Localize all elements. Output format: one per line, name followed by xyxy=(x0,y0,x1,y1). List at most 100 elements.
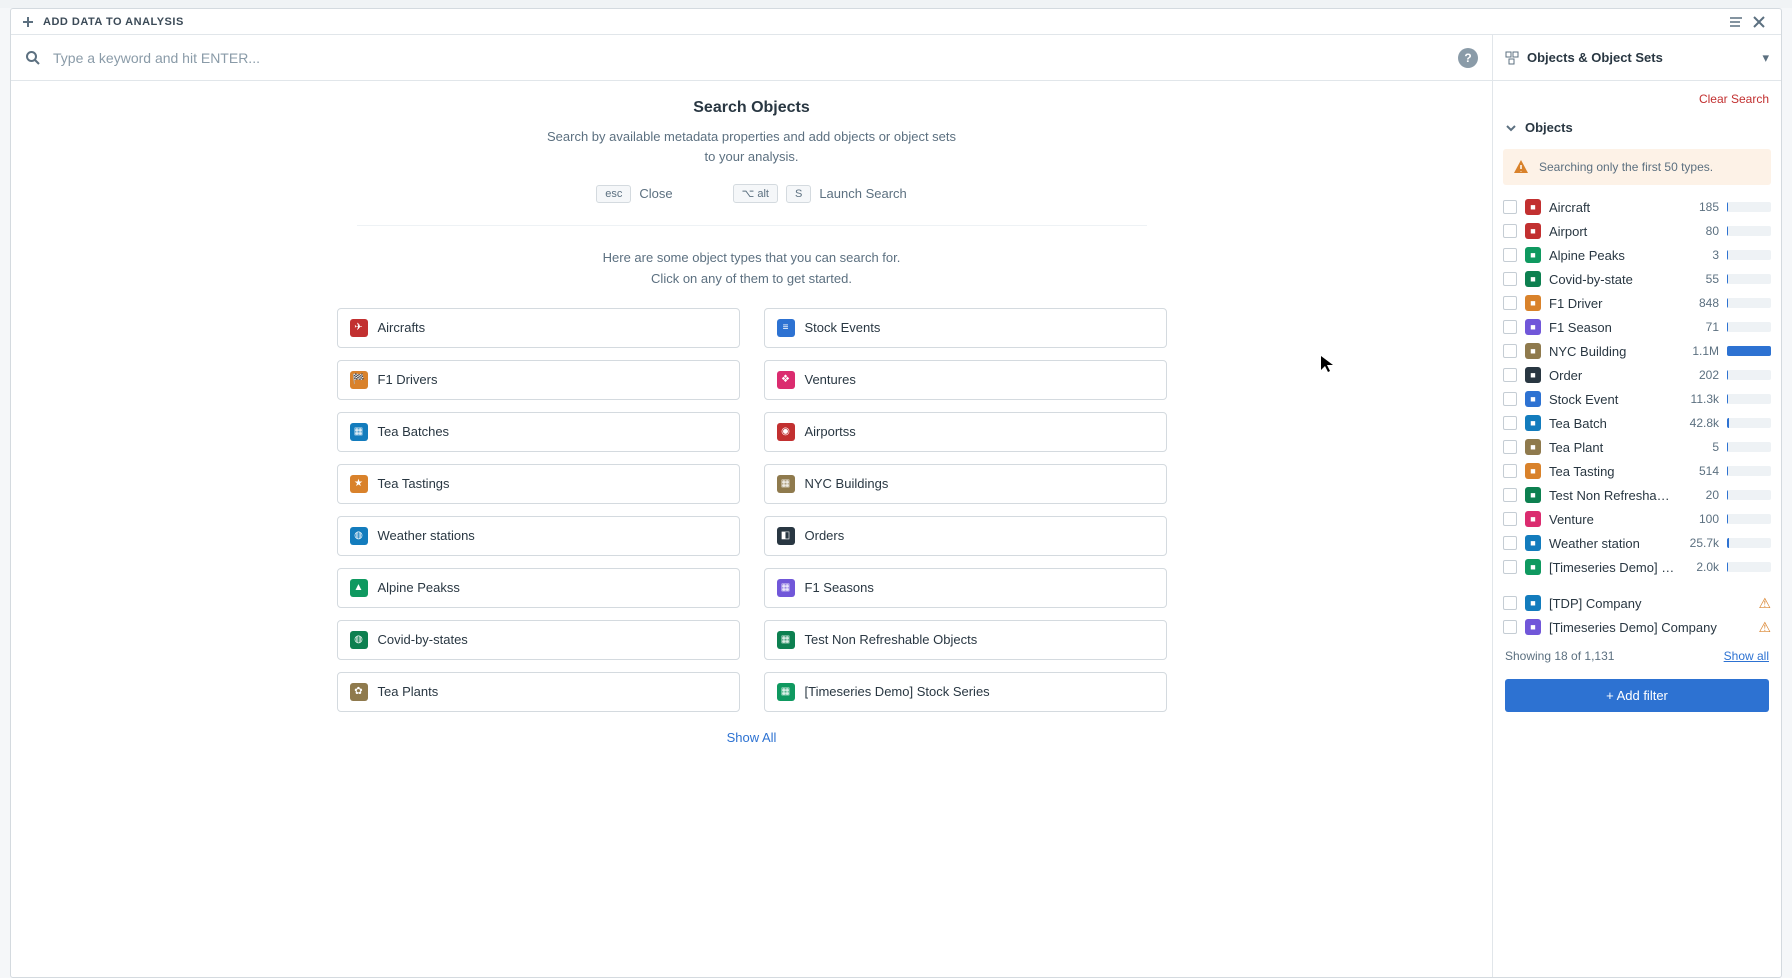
object-row[interactable]: ■Stock Event11.3k xyxy=(1503,387,1771,411)
tile-icon: 🏁 xyxy=(350,371,368,389)
object-row[interactable]: ■Covid-by-state55 xyxy=(1503,267,1771,291)
object-row[interactable]: ■[Timeseries Demo] Stock S2.0k xyxy=(1503,555,1771,579)
row-icon: ■ xyxy=(1525,487,1541,503)
list-view-button[interactable] xyxy=(1723,10,1747,34)
object-row[interactable]: ■Tea Tasting514 xyxy=(1503,459,1771,483)
row-checkbox[interactable] xyxy=(1503,344,1517,358)
search-input[interactable] xyxy=(53,50,1446,66)
clear-search-row: Clear Search xyxy=(1493,81,1781,112)
object-type-tile[interactable]: ▦F1 Seasons xyxy=(764,568,1167,608)
object-row[interactable]: ■Tea Batch42.8k xyxy=(1503,411,1771,435)
objects-section-header[interactable]: Objects xyxy=(1493,112,1781,145)
row-name: F1 Driver xyxy=(1549,296,1675,311)
object-type-tile[interactable]: 🏁F1 Drivers xyxy=(337,360,740,400)
show-all-side-link[interactable]: Show all xyxy=(1724,649,1769,663)
tile-label: Tea Tastings xyxy=(378,476,450,491)
row-checkbox[interactable] xyxy=(1503,272,1517,286)
row-checkbox[interactable] xyxy=(1503,488,1517,502)
row-checkbox[interactable] xyxy=(1503,596,1517,610)
row-checkbox[interactable] xyxy=(1503,512,1517,526)
warning-icon: ⚠ xyxy=(1727,595,1771,612)
row-count: 71 xyxy=(1683,320,1719,334)
row-icon: ■ xyxy=(1525,595,1541,611)
object-type-tile[interactable]: ◧Orders xyxy=(764,516,1167,556)
main-subtext: Search by available metadata properties … xyxy=(542,127,962,166)
object-row[interactable]: ■F1 Season71 xyxy=(1503,315,1771,339)
object-type-tile[interactable]: ✿Tea Plants xyxy=(337,672,740,712)
tile-icon: ▦ xyxy=(777,475,795,493)
row-checkbox[interactable] xyxy=(1503,440,1517,454)
row-bar xyxy=(1727,490,1771,500)
object-type-tile[interactable]: ◍Weather stations xyxy=(337,516,740,556)
object-type-tile[interactable]: ✈Aircrafts xyxy=(337,308,740,348)
row-checkbox[interactable] xyxy=(1503,416,1517,430)
row-icon: ■ xyxy=(1525,391,1541,407)
object-type-tile[interactable]: ◉Airportss xyxy=(764,412,1167,452)
object-type-tile[interactable]: ★Tea Tastings xyxy=(337,464,740,504)
row-count: 5 xyxy=(1683,440,1719,454)
row-bar xyxy=(1727,322,1771,332)
tile-label: Covid-by-states xyxy=(378,632,468,647)
row-checkbox[interactable] xyxy=(1503,464,1517,478)
row-icon: ■ xyxy=(1525,439,1541,455)
tile-icon: ≡ xyxy=(777,319,795,337)
row-checkbox[interactable] xyxy=(1503,536,1517,550)
row-name: Weather station xyxy=(1549,536,1675,551)
row-name: [Timeseries Demo] Company xyxy=(1549,620,1719,635)
row-bar xyxy=(1727,202,1771,212)
row-checkbox[interactable] xyxy=(1503,368,1517,382)
object-type-tile[interactable]: ▦NYC Buildings xyxy=(764,464,1167,504)
object-row[interactable]: ■Order202 xyxy=(1503,363,1771,387)
object-row[interactable]: ■Weather station25.7k xyxy=(1503,531,1771,555)
object-type-grid: ✈Aircrafts ≡Stock Events 🏁F1 Drivers ❖Ventu… xyxy=(297,308,1207,712)
tile-icon: ◍ xyxy=(350,631,368,649)
object-row[interactable]: ■NYC Building1.1M xyxy=(1503,339,1771,363)
tile-icon: ◧ xyxy=(777,527,795,545)
object-type-tile[interactable]: ❖Ventures xyxy=(764,360,1167,400)
side-header[interactable]: Objects & Object Sets ▾ xyxy=(1493,35,1781,81)
row-count: 25.7k xyxy=(1683,536,1719,550)
help-icon[interactable]: ? xyxy=(1458,48,1478,68)
tile-label: Tea Batches xyxy=(378,424,450,439)
object-row[interactable]: ■F1 Driver848 xyxy=(1503,291,1771,315)
row-checkbox[interactable] xyxy=(1503,296,1517,310)
object-type-tile[interactable]: ▲Alpine Peakss xyxy=(337,568,740,608)
alt-key: ⌥ alt xyxy=(733,184,778,203)
object-row-warning[interactable]: ■[TDP] Company⚠ xyxy=(1503,591,1771,615)
close-button[interactable] xyxy=(1747,10,1771,34)
row-checkbox[interactable] xyxy=(1503,248,1517,262)
row-checkbox[interactable] xyxy=(1503,224,1517,238)
s-key: S xyxy=(786,185,811,203)
object-row-warning[interactable]: ■[Timeseries Demo] Company⚠ xyxy=(1503,615,1771,639)
row-checkbox[interactable] xyxy=(1503,392,1517,406)
side-title: Objects & Object Sets xyxy=(1527,50,1754,65)
row-checkbox[interactable] xyxy=(1503,560,1517,574)
object-row[interactable]: ■Tea Plant5 xyxy=(1503,435,1771,459)
row-checkbox[interactable] xyxy=(1503,620,1517,634)
tile-icon: ◍ xyxy=(350,527,368,545)
object-type-tile[interactable]: ▦[Timeseries Demo] Stock Series xyxy=(764,672,1167,712)
object-type-tile[interactable]: ▦Test Non Refreshable Objects xyxy=(764,620,1167,660)
add-filter-button[interactable]: + Add filter xyxy=(1505,679,1769,712)
grid-note: Here are some object types that you can … xyxy=(297,248,1207,290)
row-name: Airport xyxy=(1549,224,1675,239)
object-type-tile[interactable]: ▦Tea Batches xyxy=(337,412,740,452)
object-row[interactable]: ■Aircraft185 xyxy=(1503,195,1771,219)
clear-search-link[interactable]: Clear Search xyxy=(1699,92,1769,106)
row-icon: ■ xyxy=(1525,247,1541,263)
search-bar: ? xyxy=(11,35,1492,81)
show-all-link[interactable]: Show All xyxy=(297,730,1207,745)
object-row[interactable]: ■Airport80 xyxy=(1503,219,1771,243)
tile-label: Tea Plants xyxy=(378,684,439,699)
object-row[interactable]: ■Venture100 xyxy=(1503,507,1771,531)
row-checkbox[interactable] xyxy=(1503,200,1517,214)
object-type-tile[interactable]: ◍ Covid-by-states xyxy=(337,620,740,660)
tile-label: Airportss xyxy=(805,424,856,439)
row-checkbox[interactable] xyxy=(1503,320,1517,334)
object-row[interactable]: ■Test Non Refreshable Object20 xyxy=(1503,483,1771,507)
row-bar xyxy=(1727,250,1771,260)
object-type-tile[interactable]: ≡Stock Events xyxy=(764,308,1167,348)
row-count: 20 xyxy=(1683,488,1719,502)
object-row[interactable]: ■Alpine Peaks3 xyxy=(1503,243,1771,267)
background-toolbar xyxy=(0,0,1792,8)
